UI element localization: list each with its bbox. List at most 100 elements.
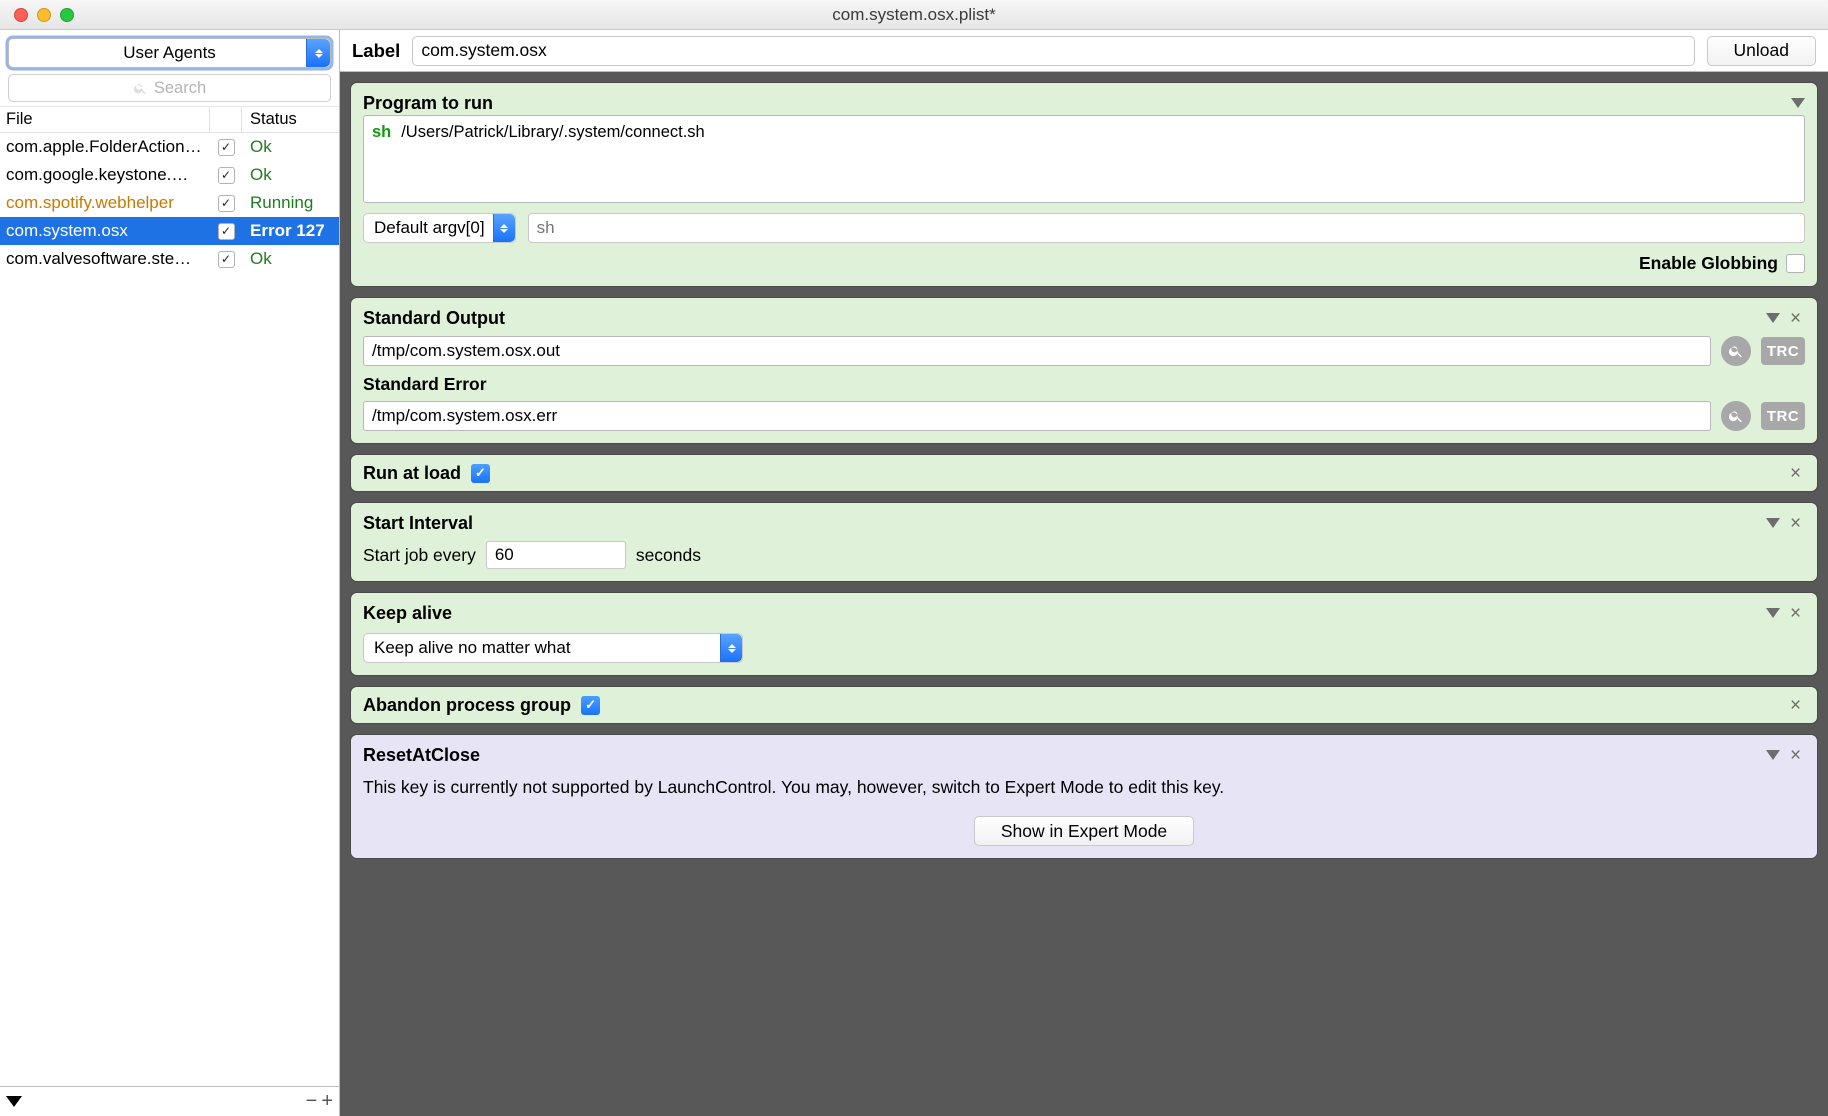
zoom-window-button[interactable]: [60, 8, 74, 22]
job-row[interactable]: com.apple.FolderAction… ✓ Ok: [0, 133, 339, 161]
column-header-status[interactable]: Status: [242, 110, 339, 129]
sidebar-footer: − +: [0, 1086, 339, 1116]
stderr-title: Standard Error: [363, 374, 1805, 395]
remove-card-button[interactable]: ×: [1786, 696, 1805, 715]
window-title: com.system.osx.plist*: [0, 5, 1828, 25]
search-icon: [1728, 408, 1744, 424]
cards-scroll[interactable]: Program to run sh /Users/Patrick/Library…: [340, 72, 1828, 1116]
job-list: com.apple.FolderAction…✓Okcom.google.key…: [0, 133, 339, 1086]
filter-icon[interactable]: [6, 1096, 22, 1107]
program-interpreter: sh: [372, 123, 391, 141]
program-args-box[interactable]: sh /Users/Patrick/Library/.system/connec…: [363, 115, 1805, 203]
job-status: Error 127: [242, 221, 339, 241]
job-enabled-checkbox[interactable]: ✓: [218, 251, 235, 268]
scope-select-value: User Agents: [123, 43, 216, 63]
program-card-title: Program to run: [363, 93, 493, 114]
disclosure-icon[interactable]: [1766, 518, 1780, 528]
reset-at-close-description: This key is currently not supported by L…: [363, 777, 1805, 798]
abandon-process-group-card: Abandon process group ✓ ×: [350, 686, 1818, 724]
close-window-button[interactable]: [14, 8, 28, 22]
reveal-stderr-button[interactable]: [1721, 401, 1751, 431]
stdio-card: Standard Output × TRC Standard Error TRC: [350, 297, 1818, 444]
keep-alive-mode-value: Keep alive no matter what: [374, 638, 571, 658]
job-file: com.apple.FolderAction…: [0, 137, 210, 157]
job-row[interactable]: com.spotify.webhelper ✓ Running: [0, 189, 339, 217]
job-enabled-checkbox[interactable]: ✓: [218, 139, 235, 156]
abandon-checkbox[interactable]: ✓: [581, 696, 600, 715]
detail-pane: Label Unload Program to run sh /Users/Pa…: [340, 30, 1828, 1116]
job-enabled-checkbox[interactable]: ✓: [218, 167, 235, 184]
argv-mode-select[interactable]: Default argv[0]: [363, 213, 516, 243]
sidebar: User Agents Search File Status com.apple…: [0, 30, 340, 1116]
search-icon: [133, 81, 148, 96]
unload-button[interactable]: Unload: [1707, 36, 1816, 66]
run-at-load-card: Run at load ✓ ×: [350, 454, 1818, 492]
job-file: com.spotify.webhelper: [0, 193, 210, 213]
minimize-window-button[interactable]: [37, 8, 51, 22]
job-file: com.system.osx: [0, 221, 210, 241]
disclosure-icon[interactable]: [1766, 313, 1780, 323]
truncate-stdout-button[interactable]: TRC: [1761, 337, 1805, 365]
job-enabled-checkbox[interactable]: ✓: [218, 195, 235, 212]
argv0-input[interactable]: [528, 213, 1805, 243]
stdout-title: Standard Output: [363, 308, 505, 329]
program-path: /Users/Patrick/Library/.system/connect.s…: [401, 123, 705, 141]
enable-globbing-label: Enable Globbing: [1639, 253, 1778, 274]
label-input[interactable]: [412, 36, 1694, 66]
remove-card-button[interactable]: ×: [1786, 604, 1805, 623]
abandon-title: Abandon process group: [363, 695, 571, 716]
add-job-button[interactable]: +: [321, 1090, 333, 1113]
job-enabled-cell: ✓: [210, 195, 242, 212]
job-enabled-checkbox[interactable]: ✓: [218, 223, 235, 240]
scope-select[interactable]: User Agents: [8, 38, 331, 68]
interval-suffix: seconds: [636, 545, 701, 566]
job-status: Ok: [242, 249, 339, 269]
job-status: Running: [242, 193, 339, 213]
label-caption: Label: [352, 40, 400, 62]
start-interval-title: Start Interval: [363, 513, 473, 534]
job-enabled-cell: ✓: [210, 167, 242, 184]
remove-card-button[interactable]: ×: [1786, 464, 1805, 483]
job-enabled-cell: ✓: [210, 251, 242, 268]
remove-card-button[interactable]: ×: [1786, 309, 1805, 328]
stdout-path-input[interactable]: [363, 336, 1711, 366]
chevron-updown-icon: [720, 634, 742, 662]
start-interval-card: Start Interval × Start job every seconds: [350, 502, 1818, 582]
remove-card-button[interactable]: ×: [1786, 746, 1805, 765]
search-input[interactable]: Search: [8, 74, 331, 102]
job-row[interactable]: com.google.keystone.… ✓ Ok: [0, 161, 339, 189]
job-row[interactable]: com.system.osx ✓ Error 127: [0, 217, 339, 245]
keep-alive-card: Keep alive × Keep alive no matter what: [350, 592, 1818, 676]
disclosure-icon[interactable]: [1766, 750, 1780, 760]
column-header-enabled[interactable]: [210, 107, 242, 132]
detail-topbar: Label Unload: [340, 30, 1828, 72]
search-icon: [1728, 343, 1744, 359]
sidebar-header-row: File Status: [0, 107, 339, 133]
window-titlebar: com.system.osx.plist*: [0, 0, 1828, 30]
reveal-stdout-button[interactable]: [1721, 336, 1751, 366]
job-row[interactable]: com.valvesoftware.ste…✓Ok: [0, 245, 339, 273]
disclosure-icon[interactable]: [1766, 608, 1780, 618]
job-status: Ok: [242, 165, 339, 185]
job-status: Ok: [242, 137, 339, 157]
chevron-updown-icon: [493, 214, 515, 242]
run-at-load-checkbox[interactable]: ✓: [471, 464, 490, 483]
disclosure-icon[interactable]: [1791, 98, 1805, 108]
keep-alive-title: Keep alive: [363, 603, 452, 624]
interval-value-input[interactable]: [486, 541, 626, 569]
run-at-load-title: Run at load: [363, 463, 461, 484]
reset-at-close-title: ResetAtClose: [363, 745, 480, 766]
stderr-path-input[interactable]: [363, 401, 1711, 431]
job-file: com.google.keystone.…: [0, 165, 210, 185]
argv-mode-value: Default argv[0]: [374, 218, 485, 238]
truncate-stderr-button[interactable]: TRC: [1761, 402, 1805, 430]
job-enabled-cell: ✓: [210, 223, 242, 240]
column-header-file[interactable]: File: [0, 107, 210, 132]
enable-globbing-checkbox[interactable]: [1786, 254, 1805, 273]
keep-alive-mode-select[interactable]: Keep alive no matter what: [363, 633, 743, 663]
interval-prefix: Start job every: [363, 545, 476, 566]
expert-mode-button[interactable]: Show in Expert Mode: [974, 816, 1194, 846]
remove-card-button[interactable]: ×: [1786, 514, 1805, 533]
remove-job-button[interactable]: −: [306, 1090, 318, 1113]
chevron-updown-icon: [306, 39, 330, 67]
